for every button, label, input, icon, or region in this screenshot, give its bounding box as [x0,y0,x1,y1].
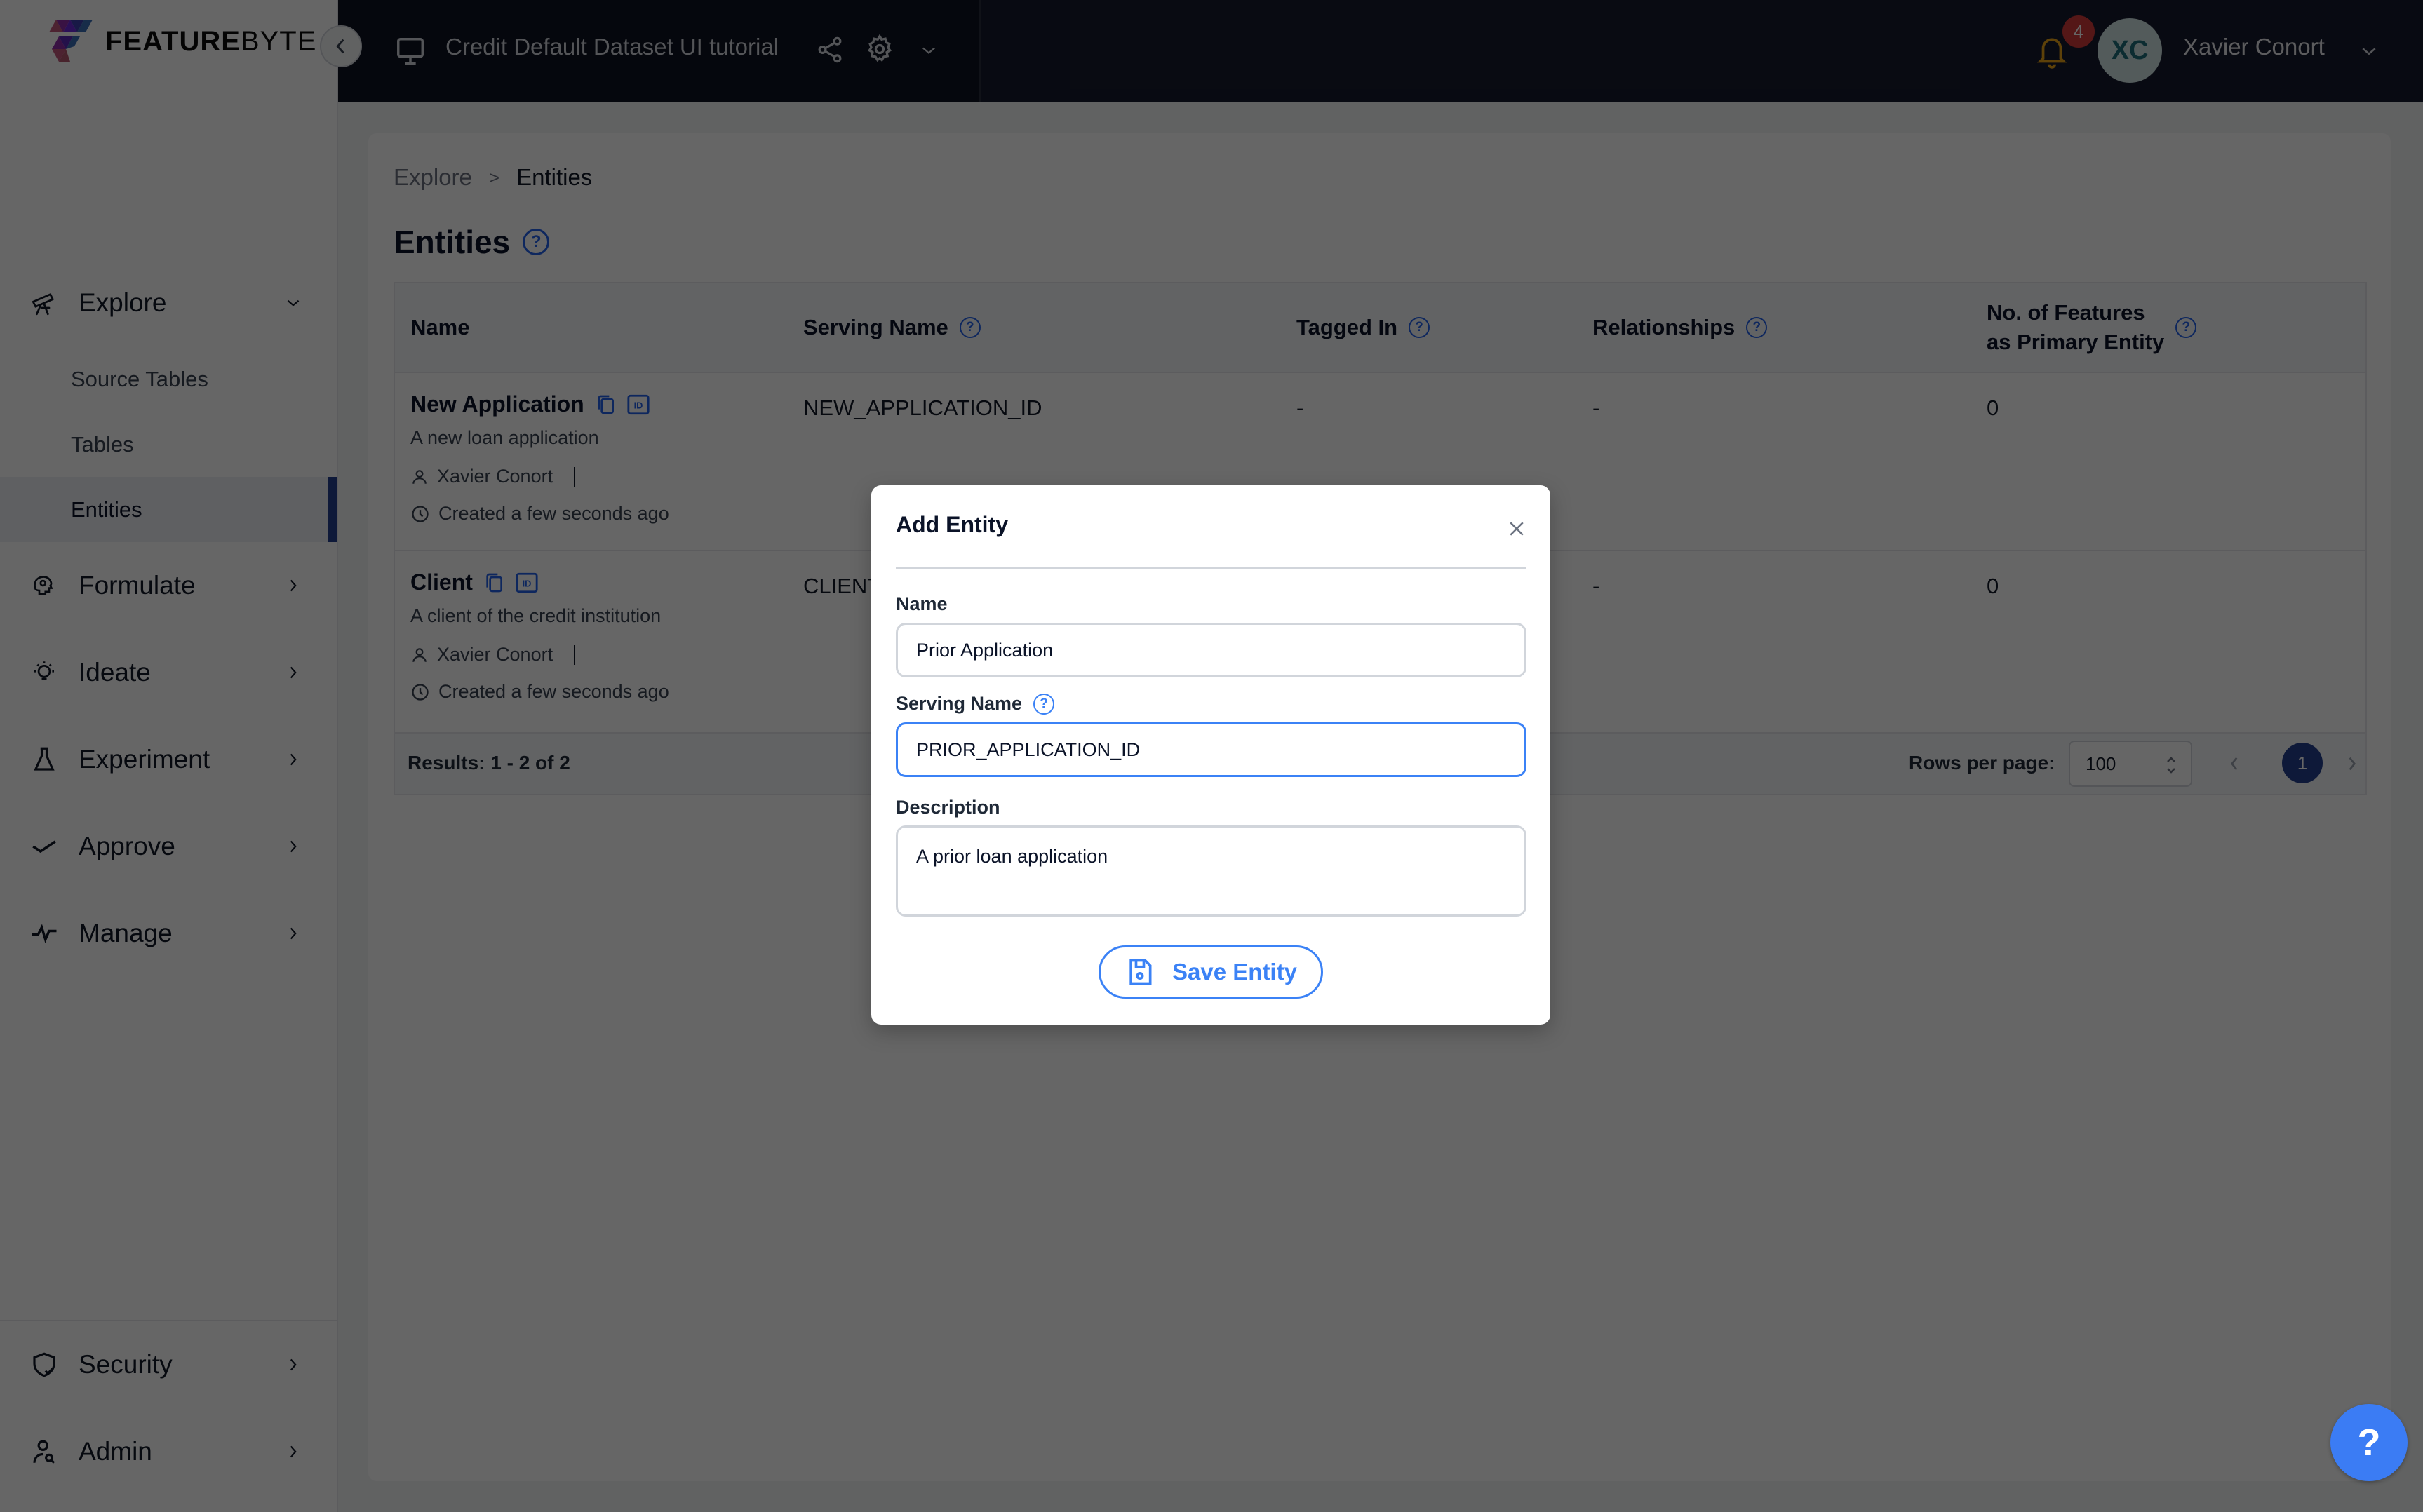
description-label: Description [896,797,1000,818]
serving-name-label: Serving Name ? [896,693,1055,715]
close-icon [1510,522,1524,536]
help-circle-icon[interactable]: ? [1033,693,1055,715]
dialog-title: Add Entity [896,512,1008,537]
help-button[interactable]: ? [2330,1404,2408,1481]
serving-name-input[interactable] [896,722,1526,777]
floppy-disk-icon [1129,959,1152,985]
save-entity-button[interactable]: Save Entity [1099,945,1323,999]
close-button[interactable] [1504,516,1529,541]
name-input[interactable] [896,623,1526,677]
add-entity-dialog: Add Entity Name Serving Name ? Descripti… [871,485,1550,1025]
save-entity-label: Save Entity [1172,959,1297,985]
description-textarea[interactable]: A prior loan application [896,825,1526,917]
name-label: Name [896,593,948,614]
divider [896,567,1526,569]
